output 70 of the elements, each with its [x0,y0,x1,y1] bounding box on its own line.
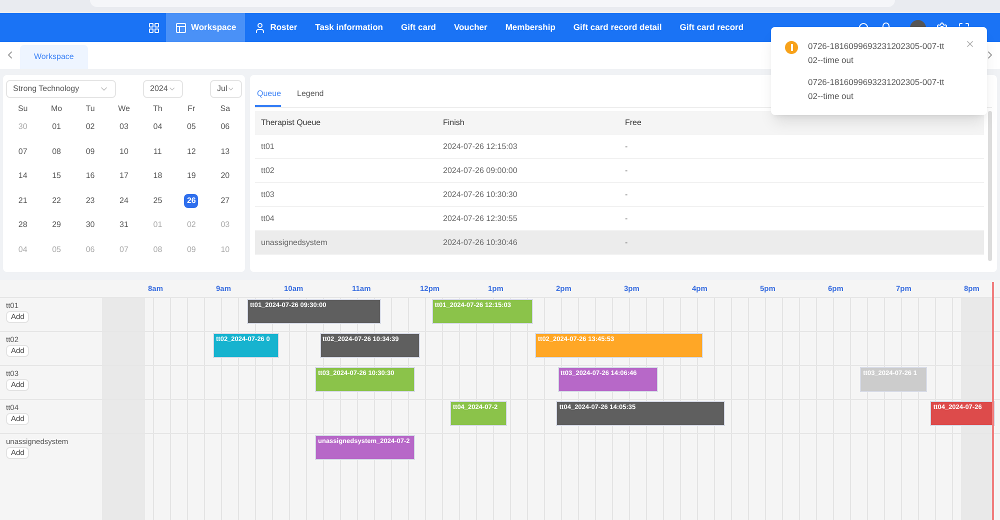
calendar-day[interactable]: 28 [16,218,30,232]
weekday-label: Mo [50,103,64,115]
calendar-day[interactable]: 01 [50,120,64,134]
calendar-day[interactable]: 06 [218,120,232,134]
calendar-day[interactable]: 13 [218,144,232,159]
calendar-day[interactable]: 09 [83,144,98,159]
calendar-day[interactable]: 31 [116,218,131,232]
calendar-day[interactable]: 15 [50,169,64,184]
table-cell: - [625,214,628,222]
calendar-day[interactable]: 07 [16,144,30,159]
table-cell: 2024-07-26 10:30:30 [443,190,518,198]
column-header: Finish [442,117,466,129]
calendar-day[interactable]: 04 [150,120,165,134]
table-cell: tt02 [261,166,274,174]
nav-item[interactable]: Gift card [392,13,445,42]
calendar-day[interactable]: 24 [116,194,131,208]
calendar-day[interactable]: 10 [116,144,131,159]
nav-item[interactable]: Gift card record [670,13,753,42]
calendar-day[interactable]: 26 [184,194,198,208]
queue-tab[interactable]: Legend [295,88,324,107]
calendar-day[interactable]: 23 [83,194,98,208]
calendar-day[interactable]: 08 [50,144,64,159]
year-select[interactable]: 2024 [143,80,183,98]
calendar-day[interactable]: 02 [83,120,98,134]
weekday-label: Su [16,103,29,115]
weekday-label: We [117,103,131,115]
column-header: Free [624,117,642,129]
table-cell: - [625,166,628,174]
notification-message: 0726-1816099693231202305-007-tt02--time out [808,76,945,103]
calendar-day[interactable]: 27 [218,194,232,208]
table-cell: - [625,238,628,246]
table-cell: tt03 [261,190,274,198]
calendar-day[interactable]: 17 [116,169,131,184]
table-cell: 2024-07-26 12:30:55 [443,214,518,222]
calendar-day[interactable]: 11 [150,144,165,159]
table-cell: 2024-07-26 10:30:46 [443,238,518,246]
nav-item[interactable]: Voucher [444,13,496,42]
calendar-day[interactable]: 05 [184,120,198,134]
table-cell: - [625,190,628,198]
table-cell: tt01 [261,142,274,150]
table-cell: 2024-07-26 12:15:03 [443,142,518,150]
calendar-day[interactable]: 14 [16,169,30,184]
calendar-day[interactable]: 18 [150,169,165,184]
store-select[interactable]: Strong Technology [6,80,116,98]
table-cell: - [625,142,628,150]
weekday-label: Fr [186,103,196,115]
queue-tab[interactable]: Queue [255,88,282,107]
calendar-day[interactable]: 03 [116,120,131,134]
calendar-day[interactable]: 29 [50,218,64,232]
calendar-day[interactable]: 19 [184,169,198,184]
table-cell: tt04 [261,214,274,222]
calendar-day[interactable]: 12 [184,144,198,159]
nav-item[interactable]: Membership [496,13,564,42]
nav-item[interactable]: Gift card record detail [564,13,671,42]
month-select[interactable]: Jul [210,80,242,98]
calendar-day[interactable]: 20 [218,169,232,184]
nav-item[interactable]: Roster [245,13,306,42]
calendar-day[interactable]: 22 [50,194,64,208]
weekday-label: Th [152,103,164,115]
calendar-day[interactable]: 25 [150,194,165,208]
column-header: Therapist Queue [260,117,322,129]
nav-item[interactable]: Task information [306,13,392,42]
notification-message: 0726-1816099693231202305-007-tt02--time out [808,40,945,67]
weekday-label: Tu [84,103,96,115]
table-cell: 2024-07-26 09:00:00 [443,166,518,174]
table-cell: unassignedsystem [261,238,328,246]
weekday-label: Sa [219,103,232,115]
calendar-day[interactable]: 21 [16,194,30,208]
calendar-day[interactable]: 30 [83,218,98,232]
calendar-day[interactable]: 16 [83,169,98,184]
